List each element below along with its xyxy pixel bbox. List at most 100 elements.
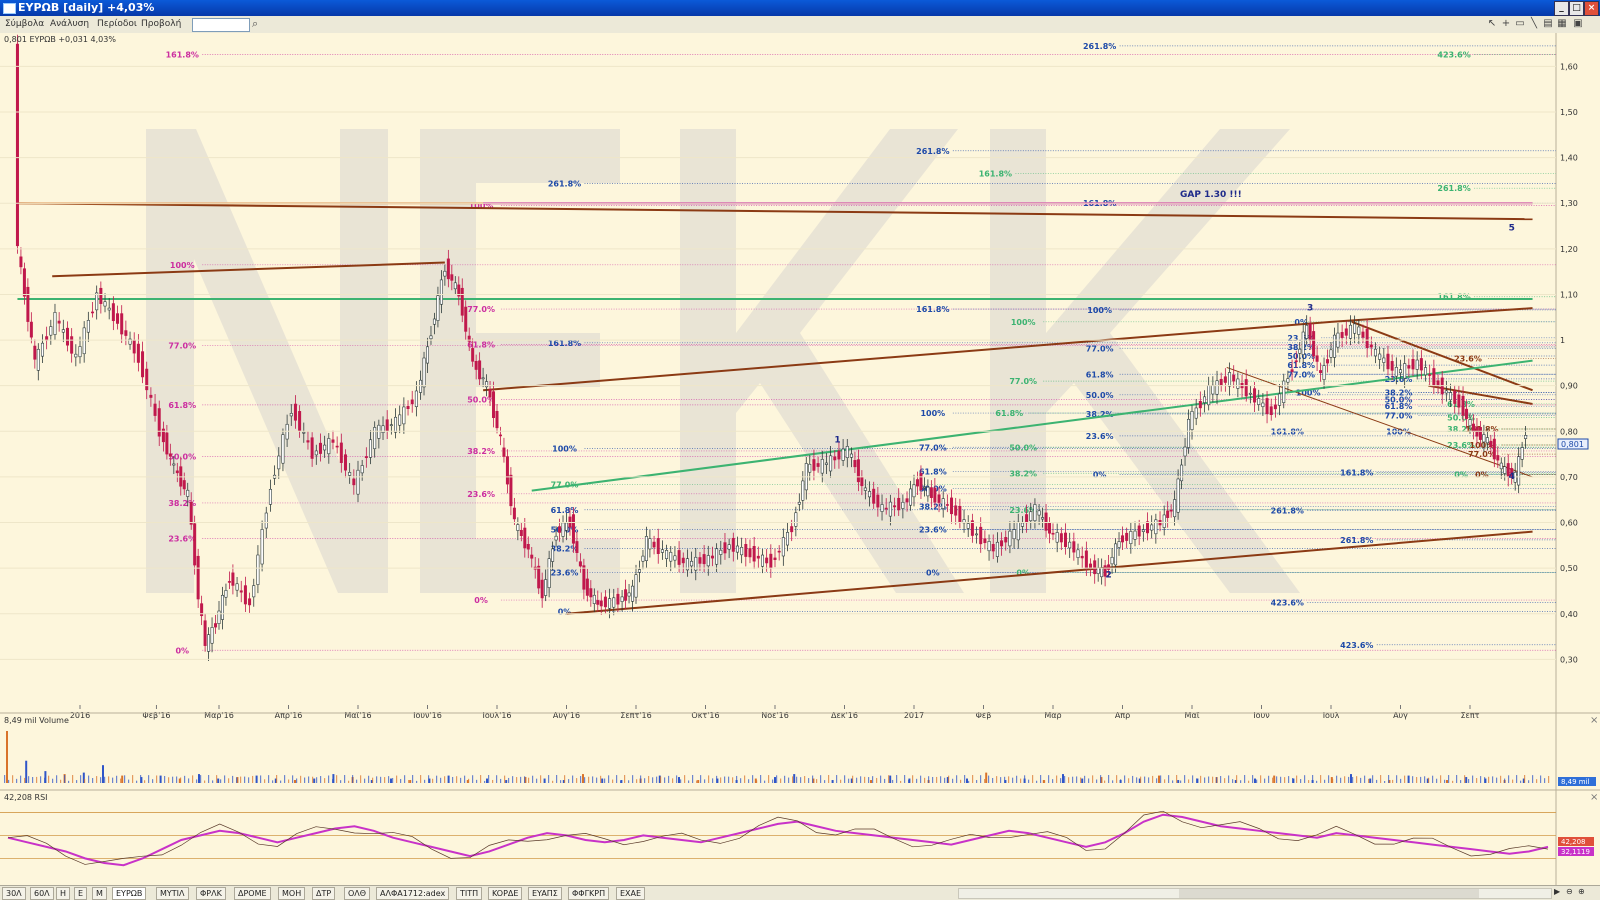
- symbol-tab[interactable]: MYTIΛ: [156, 887, 189, 900]
- fib-level-label: 61.8%: [168, 401, 196, 410]
- cursor-tool-icon[interactable]: ↖: [1486, 18, 1498, 30]
- candle-body: [1176, 478, 1180, 513]
- crosshair-tool-icon[interactable]: +: [1500, 18, 1512, 30]
- volume-bar-minor: [896, 775, 898, 783]
- volume-bar-minor: [496, 775, 498, 783]
- candle-body: [369, 439, 373, 458]
- symbol-tab[interactable]: MOH: [278, 887, 306, 900]
- volume-bar-minor: [72, 775, 74, 783]
- menu-symbols[interactable]: Σύμβολα: [5, 19, 44, 29]
- candle-body: [252, 585, 256, 598]
- volume-bar: [582, 774, 584, 783]
- candle-body: [841, 448, 845, 461]
- volume-bar-minor: [1184, 775, 1186, 783]
- symbol-tab[interactable]: TITΠ: [456, 887, 483, 900]
- search-icon[interactable]: ⌕: [252, 17, 258, 31]
- zoom-in-icon[interactable]: ⊕: [1578, 887, 1585, 896]
- candle-body: [264, 512, 268, 529]
- horizontal-scrollbar[interactable]: [958, 888, 1552, 899]
- fib-level-label: 77.0%: [919, 443, 947, 452]
- x-tick-label: Μαϊ: [1185, 711, 1200, 720]
- symbol-tab[interactable]: 30Λ: [2, 887, 26, 900]
- volume-bar-minor: [1248, 780, 1250, 783]
- symbol-tab[interactable]: E: [74, 887, 88, 900]
- candle-body: [1290, 369, 1294, 372]
- candle-body: [227, 581, 231, 583]
- chart-area[interactable]: 161.8%100%77.0%61.8%50.0%38.2%23.6%0%100…: [0, 33, 1600, 885]
- volume-bar-minor: [40, 776, 42, 783]
- candle-body: [516, 524, 520, 531]
- maximize-button[interactable]: □: [1569, 1, 1584, 16]
- minimize-button[interactable]: _: [1554, 1, 1569, 16]
- symbol-tab[interactable]: EXAE: [616, 887, 646, 900]
- volume-bar-minor: [1460, 780, 1462, 783]
- candle-body: [1219, 378, 1223, 386]
- fib-level-label: 161.8%: [1340, 468, 1373, 477]
- menu-view[interactable]: Προβολή: [141, 19, 181, 29]
- volume-bar: [678, 777, 680, 783]
- x-tick-label: Μαρ: [1044, 711, 1061, 720]
- grid-tool-icon[interactable]: ▦: [1556, 18, 1568, 30]
- volume-bar-minor: [16, 778, 18, 783]
- symbol-search-input[interactable]: [192, 18, 250, 32]
- line-tool-icon[interactable]: ╲: [1528, 18, 1540, 30]
- candle-body: [820, 459, 824, 474]
- volume-bar-minor: [732, 777, 734, 783]
- candle-body: [868, 491, 872, 498]
- scroll-right-icon[interactable]: ▶: [1554, 887, 1560, 896]
- scroll-thumb[interactable]: [1179, 889, 1479, 898]
- candle-body: [690, 560, 694, 567]
- volume-bar-minor: [4, 775, 6, 783]
- symbol-tab[interactable]: OΛΘ: [344, 887, 371, 900]
- volume-bar-minor: [1060, 778, 1062, 783]
- volume-bar-minor: [932, 776, 934, 783]
- candle-body: [1089, 563, 1093, 569]
- volume-bar-minor: [1308, 780, 1310, 783]
- rectangle-tool-icon[interactable]: ▭: [1514, 18, 1526, 30]
- menu-analysis[interactable]: Ανάλυση: [50, 19, 89, 29]
- rsi-close-icon[interactable]: ×: [1590, 792, 1598, 803]
- candle-body: [175, 470, 179, 474]
- close-button[interactable]: ×: [1584, 1, 1599, 16]
- symbol-tab[interactable]: EYAΠΣ: [528, 887, 562, 900]
- volume-bar-minor: [36, 776, 38, 783]
- symbol-tab[interactable]: ΦΦΓKPΠ: [568, 887, 610, 900]
- symbol-tab[interactable]: M: [92, 887, 107, 900]
- symbol-tab[interactable]: 60Λ: [30, 887, 54, 900]
- volume-bar-minor: [1120, 779, 1122, 783]
- symbol-tab[interactable]: EYPΩB: [112, 887, 147, 900]
- fib-level-label: 23.6%: [919, 525, 947, 534]
- symbol-tab[interactable]: ΔTP: [312, 887, 336, 900]
- menu-periods[interactable]: Περίοδοι: [97, 19, 137, 29]
- symbol-tab[interactable]: H: [56, 887, 71, 900]
- candle-body: [141, 351, 145, 378]
- volume-bar-minor: [704, 779, 706, 783]
- zoom-out-icon[interactable]: ⊖: [1566, 887, 1573, 896]
- save-tool-icon[interactable]: ▣: [1572, 18, 1584, 30]
- symbol-tab[interactable]: ΦPΛK: [196, 887, 226, 900]
- volume-bar-minor: [152, 779, 154, 783]
- symbol-tab[interactable]: ΔPOME: [234, 887, 271, 900]
- candle-body: [897, 497, 901, 511]
- volume-bar-minor: [1292, 778, 1294, 783]
- fib-level-label: 77.0%: [467, 305, 495, 314]
- volume-bar-minor: [1072, 776, 1074, 783]
- volume-bar-minor: [300, 775, 302, 783]
- volume-bar-minor: [1164, 779, 1166, 783]
- volume-bar-minor: [1216, 777, 1218, 783]
- volume-bar-minor: [532, 775, 534, 783]
- volume-close-icon[interactable]: ×: [1590, 715, 1598, 726]
- volume-bar-minor: [812, 775, 814, 783]
- volume-bar-minor: [548, 775, 550, 783]
- candle-body: [1207, 385, 1211, 406]
- volume-bar-minor: [448, 776, 450, 783]
- volume-bar-minor: [756, 780, 758, 783]
- symbol-tab[interactable]: AΛΦA1712:adex: [376, 887, 450, 900]
- volume-bar-minor: [1524, 775, 1526, 783]
- volume-bar: [985, 772, 988, 783]
- symbol-tab[interactable]: KOPΔE: [488, 887, 523, 900]
- candle-body: [849, 453, 853, 458]
- layout-tool-icon[interactable]: ▤: [1542, 18, 1554, 30]
- candle-body: [243, 585, 247, 605]
- x-tick-label: 2016: [70, 711, 90, 720]
